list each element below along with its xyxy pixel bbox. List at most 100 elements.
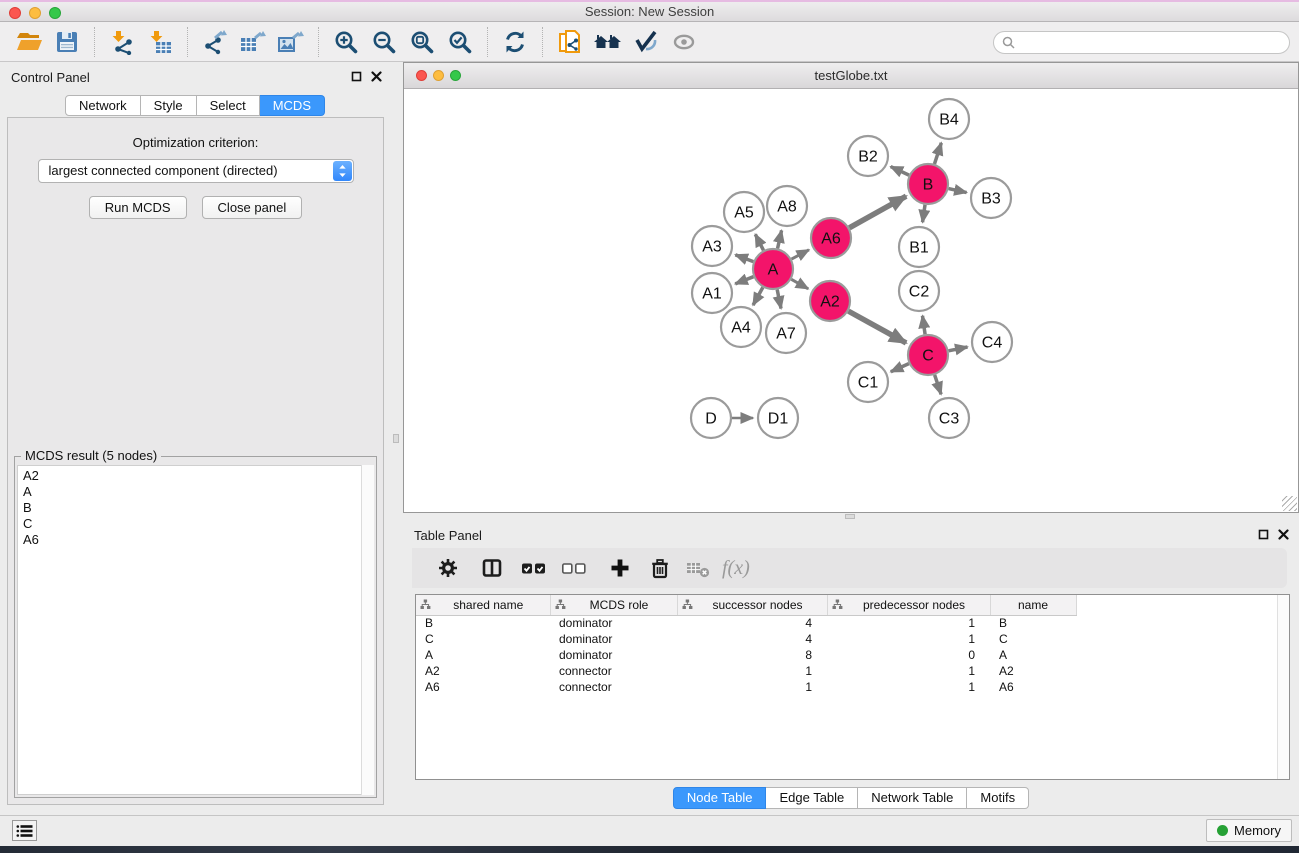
table-cell[interactable]: A6	[416, 679, 550, 695]
table-scrollbar[interactable]	[1277, 595, 1289, 779]
close-panel-icon[interactable]	[371, 71, 382, 82]
graph-edge[interactable]	[791, 279, 808, 288]
table-cell[interactable]: connector	[550, 679, 677, 695]
table-row[interactable]: Bdominator41B	[416, 615, 1289, 631]
graph-node[interactable]: A7	[766, 313, 806, 353]
table-row[interactable]: Cdominator41C	[416, 631, 1289, 647]
splitter-grip[interactable]	[845, 514, 855, 519]
task-history-button[interactable]	[12, 820, 37, 841]
graph-node[interactable]: D	[691, 398, 731, 438]
graph-node[interactable]: A6	[811, 218, 851, 258]
home-view-button[interactable]	[589, 25, 627, 59]
graph-node[interactable]: D1	[758, 398, 798, 438]
table-cell[interactable]: 1	[677, 663, 827, 679]
table-cell[interactable]: 0	[827, 647, 990, 663]
graph-node[interactable]: C4	[972, 322, 1012, 362]
graph-node[interactable]: C1	[848, 362, 888, 402]
result-item[interactable]: B	[23, 500, 373, 516]
graph-edge[interactable]	[777, 290, 781, 309]
table-cell[interactable]: 1	[827, 631, 990, 647]
float-panel-icon[interactable]	[1258, 529, 1269, 540]
export-network-button[interactable]	[196, 25, 234, 59]
select-all-columns-button[interactable]	[516, 551, 552, 585]
graph-edge[interactable]	[753, 287, 763, 305]
column-header-predecessor-nodes[interactable]: predecessor nodes	[827, 595, 990, 615]
zoom-selected-button[interactable]	[441, 25, 479, 59]
table-cell[interactable]: C	[990, 631, 1076, 647]
open-session-button[interactable]	[10, 25, 48, 59]
table-cell[interactable]: 8	[677, 647, 827, 663]
graph-edge[interactable]	[922, 316, 925, 334]
graph-node[interactable]: A	[753, 249, 793, 289]
graph-edge[interactable]	[934, 143, 941, 164]
tab-motifs[interactable]: Motifs	[967, 787, 1029, 809]
graph-edge[interactable]	[891, 167, 909, 176]
table-cell[interactable]: 1	[827, 663, 990, 679]
table-cell[interactable]: dominator	[550, 647, 677, 663]
graph-edge[interactable]	[923, 205, 925, 222]
table-cell[interactable]: connector	[550, 663, 677, 679]
graph-node[interactable]: C3	[929, 398, 969, 438]
table-cell[interactable]: A	[990, 647, 1076, 663]
tab-edge-table[interactable]: Edge Table	[766, 787, 858, 809]
table-cell[interactable]: 1	[827, 679, 990, 695]
delete-table-button[interactable]	[680, 551, 716, 585]
export-image-button[interactable]	[272, 25, 310, 59]
table-cell[interactable]: A	[416, 647, 550, 663]
graph-node[interactable]: A2	[810, 281, 850, 321]
graph-edge[interactable]	[891, 364, 909, 372]
graph-edge[interactable]	[735, 255, 753, 262]
toggle-graphics-details-button[interactable]	[627, 25, 665, 59]
delete-columns-button[interactable]	[642, 551, 678, 585]
export-table-button[interactable]	[234, 25, 272, 59]
graph-edge[interactable]	[778, 230, 782, 248]
tab-network[interactable]: Network	[65, 95, 141, 116]
result-item[interactable]: C	[23, 516, 373, 532]
network-graph[interactable]: B4B2BB3A8A5A6A3B1AC2A1A2A4A7C4CC1C3DD1	[404, 89, 1298, 512]
table-cell[interactable]: A2	[416, 663, 550, 679]
tab-network-table[interactable]: Network Table	[858, 787, 967, 809]
table-cell[interactable]: dominator	[550, 631, 677, 647]
column-header-mcds-role[interactable]: MCDS role	[550, 595, 677, 615]
apply-layout-button[interactable]	[496, 25, 534, 59]
graph-node[interactable]: A4	[721, 307, 761, 347]
table-cell[interactable]: A6	[990, 679, 1076, 695]
optimization-criterion-select[interactable]: largest connected component (directed)	[38, 159, 354, 183]
table-row[interactable]: Adominator80A	[416, 647, 1289, 663]
import-network-button[interactable]	[103, 25, 141, 59]
horizontal-splitter[interactable]	[403, 513, 1299, 520]
vertical-splitter[interactable]	[390, 62, 403, 815]
graph-node[interactable]: C2	[899, 271, 939, 311]
create-column-button[interactable]	[602, 551, 638, 585]
graph-node[interactable]: A3	[692, 226, 732, 266]
column-header-successor-nodes[interactable]: successor nodes	[677, 595, 827, 615]
function-builder-button[interactable]: f(x)	[722, 551, 750, 585]
graph-edge[interactable]	[849, 196, 906, 228]
table-cell[interactable]: B	[990, 615, 1076, 631]
table-row[interactable]: A6connector11A6	[416, 679, 1289, 695]
graph-edge[interactable]	[792, 250, 809, 259]
graph-edge[interactable]	[948, 189, 966, 193]
window-resize-grip[interactable]	[1282, 496, 1297, 511]
table-cell[interactable]: 4	[677, 615, 827, 631]
graph-node[interactable]: B	[908, 164, 948, 204]
show-hide-graphics-button[interactable]	[665, 25, 703, 59]
splitter-grip[interactable]	[393, 434, 399, 443]
column-header-name[interactable]: name	[990, 595, 1076, 615]
close-panel-button[interactable]: Close panel	[202, 196, 303, 219]
tab-node-table[interactable]: Node Table	[673, 787, 767, 809]
graph-edge[interactable]	[735, 277, 753, 284]
graph-node[interactable]: C	[908, 335, 948, 375]
result-item[interactable]: A	[23, 484, 373, 500]
result-scrollbar[interactable]	[361, 465, 374, 795]
column-header-shared-name[interactable]: shared name	[416, 595, 550, 615]
graph-node[interactable]: A8	[767, 186, 807, 226]
zoom-in-button[interactable]	[327, 25, 365, 59]
graph-node[interactable]: A5	[724, 192, 764, 232]
float-panel-icon[interactable]	[351, 71, 362, 82]
graph-edge[interactable]	[935, 375, 941, 394]
zoom-fit-button[interactable]	[403, 25, 441, 59]
graph-node[interactable]: A1	[692, 273, 732, 313]
duplicate-network-button[interactable]	[551, 25, 589, 59]
table-cell[interactable]: B	[416, 615, 550, 631]
